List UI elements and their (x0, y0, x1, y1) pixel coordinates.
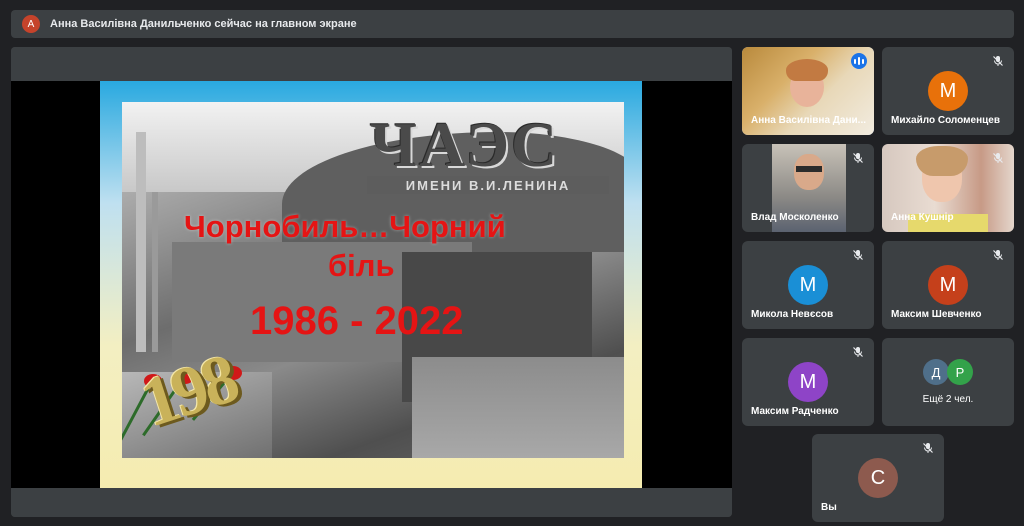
participant-name: Максим Шевченко (891, 309, 982, 320)
photo-chimney-2 (152, 192, 158, 352)
participant-name: Максим Радченко (751, 406, 839, 417)
participant-mini-avatar: Р (947, 359, 973, 385)
video-hair (916, 146, 968, 176)
participant-tile[interactable]: М Максим Шевченко (882, 241, 1014, 329)
participant-avatar: М (928, 265, 968, 305)
slide-header-text: ЧАЭС (370, 109, 560, 180)
participant-name: Михайло Соломенцев (891, 115, 1000, 126)
main-stage[interactable]: ЧАЭС ИМЕНИ В.И.ЛЕНИНА 198 Чорнобиль…Чорн… (11, 47, 732, 517)
participant-tile[interactable]: Анна Василівна Дани... (742, 47, 874, 135)
participant-tile[interactable]: М Максим Радченко (742, 338, 874, 426)
mic-off-icon (853, 250, 863, 260)
participant-tile[interactable]: М Михайло Соломенцев (882, 47, 1014, 135)
presenter-avatar: А (22, 15, 40, 33)
participant-name: Влад Москоленко (751, 212, 839, 223)
mic-off-icon (993, 153, 1003, 163)
participant-name: Микола Невєсов (751, 309, 834, 320)
video-glasses (796, 166, 822, 172)
participant-avatar: С (858, 458, 898, 498)
participant-avatar: М (928, 71, 968, 111)
mic-off-icon (853, 347, 863, 357)
participant-tile[interactable]: Анна Кушнір (882, 144, 1014, 232)
slide-title-line-1: Чорнобиль…Чорний (184, 209, 506, 244)
participant-avatar: М (788, 362, 828, 402)
slide-photo: ЧАЭС ИМЕНИ В.И.ЛЕНИНА 198 Чорнобиль…Чорн… (122, 102, 624, 458)
meet-window: А Анна Василівна Данильченко сейчас на г… (0, 0, 1024, 526)
presenting-banner-text: Анна Василівна Данильченко сейчас на гла… (50, 18, 357, 30)
photo-chimney (136, 132, 146, 352)
stage-bottom-bar (11, 488, 732, 517)
photo-ground (412, 357, 624, 458)
more-participants-tile[interactable]: Д Р Ещё 2 чел. (882, 338, 1014, 426)
audio-level-icon (851, 53, 867, 69)
presenting-banner: А Анна Василівна Данильченко сейчас на г… (11, 10, 1014, 38)
participant-tile[interactable]: Влад Москоленко (742, 144, 874, 232)
participant-tile[interactable]: М Микола Невєсов (742, 241, 874, 329)
participant-mini-avatar: Д (923, 359, 949, 385)
slide-years: 1986 - 2022 (250, 299, 464, 343)
participant-name: Анна Василівна Дани... (751, 115, 866, 126)
stage-top-bar (11, 47, 732, 81)
presentation-slide: ЧАЭС ИМЕНИ В.И.ЛЕНИНА 198 Чорнобиль…Чорн… (100, 81, 642, 488)
mic-off-icon (993, 250, 1003, 260)
shared-screen: ЧАЭС ИМЕНИ В.И.ЛЕНИНА 198 Чорнобиль…Чорн… (11, 81, 732, 488)
video-face (794, 154, 824, 190)
more-participants-label: Ещё 2 чел. (922, 394, 974, 405)
video-hair (786, 59, 828, 81)
participant-name: Анна Кушнір (891, 212, 954, 223)
participant-avatar: М (788, 265, 828, 305)
mic-off-icon (993, 56, 1003, 66)
slide-header-subline: ИМЕНИ В.И.ЛЕНИНА (367, 176, 609, 194)
self-tile[interactable]: С Вы (812, 434, 944, 522)
mic-off-icon (923, 443, 933, 453)
participant-name: Вы (821, 502, 837, 513)
mic-off-icon (853, 153, 863, 163)
slide-title-line-2: біль (328, 248, 395, 283)
